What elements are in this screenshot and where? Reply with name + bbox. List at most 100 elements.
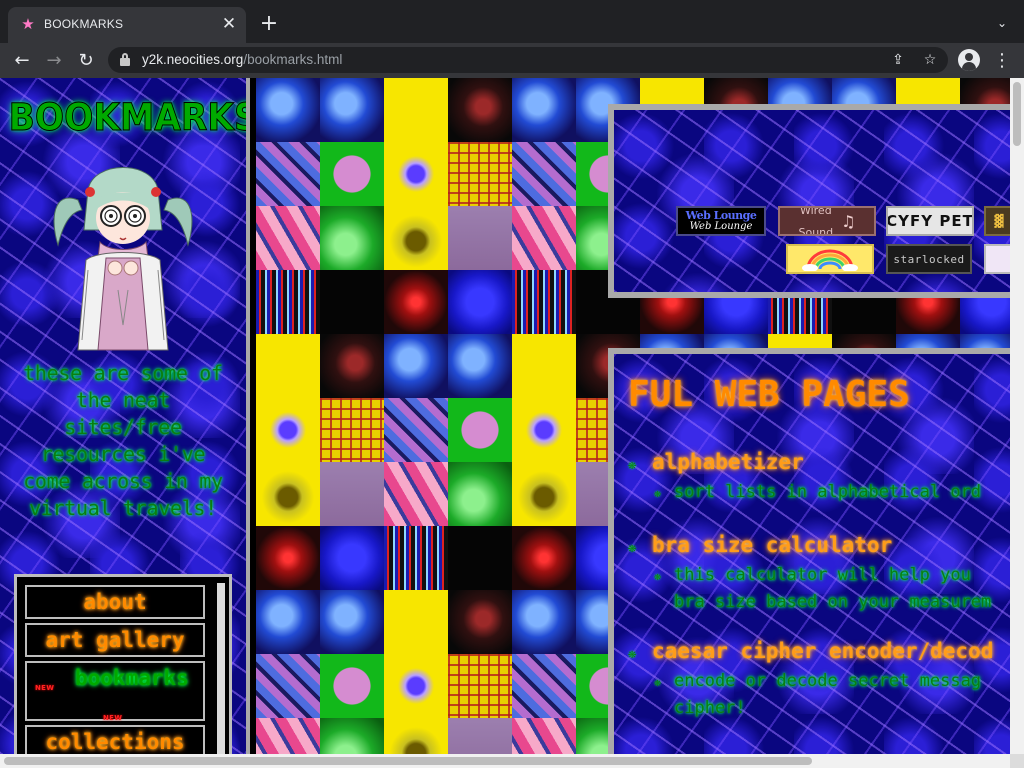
bookmark-title: caesar cipher encoder/decod — [652, 639, 994, 663]
vertical-scroll-thumb[interactable] — [1013, 82, 1021, 146]
active-tab[interactable]: ★ BOOKMARKS ✕ — [8, 7, 246, 43]
page-title: BOOKMARKS — [8, 96, 250, 140]
nav-item-about[interactable]: about — [25, 585, 205, 619]
new-badge: NEW — [35, 684, 55, 692]
close-tab-icon[interactable]: ✕ — [220, 15, 238, 33]
collage-tile — [320, 654, 384, 718]
collage-tile — [448, 462, 512, 526]
nav-item-bookmarks[interactable]: NEW bookmarks NEW — [25, 661, 205, 722]
rainbow-button[interactable] — [786, 244, 874, 274]
nav-item-bookmarks-label: bookmarks — [75, 666, 189, 690]
collage-tile — [384, 334, 448, 398]
nav-item-art-gallery[interactable]: art gallery — [25, 623, 205, 657]
bookmark-desc-text: sort lists in alphabetical ord — [674, 482, 982, 502]
wired-sound-label: Wired Sound — [799, 206, 834, 234]
anime-girl-illustration — [53, 167, 193, 351]
collage-tile — [320, 334, 384, 398]
collage-tile — [512, 590, 576, 654]
share-icon[interactable]: ⇪ — [888, 50, 908, 70]
collage-tile — [448, 206, 512, 270]
bookmark-desc: ❋ this calculator will help you — [628, 562, 1012, 589]
url-host: y2k.neocities.org — [142, 52, 244, 67]
new-badge: NEW — [103, 714, 123, 722]
tab-strip: ★ BOOKMARKS ✕ + ⌄ — [0, 0, 1024, 43]
vertical-scrollbar[interactable] — [1010, 78, 1024, 754]
collage-tile — [512, 398, 576, 462]
starlocked-button[interactable]: starlocked — [886, 244, 972, 274]
bullet-icon: ❋ — [654, 675, 662, 689]
collage-tile — [384, 206, 448, 270]
address-bar[interactable]: y2k.neocities.org/bookmarks.html ⇪ ☆ — [108, 47, 948, 73]
content-panel: FUL WEB PAGES ❋ alphabetizer ❋ sort lists … — [608, 348, 1018, 768]
collage-tile — [320, 270, 384, 334]
horizontal-scroll-thumb[interactable] — [4, 757, 812, 765]
browser-menu-icon[interactable]: ⋮ — [992, 49, 1012, 73]
collage-tile — [256, 718, 320, 754]
collage-tile — [448, 590, 512, 654]
bookmark-title: bra size calculator — [652, 533, 893, 557]
bookmark-entry: ❋ bra size calculator ❋ this calculator wi… — [628, 531, 1012, 615]
web-lounge-button[interactable]: Web Lounge Web Lounge — [676, 206, 766, 236]
collage-tile — [448, 398, 512, 462]
collage-tile — [448, 654, 512, 718]
tab-search-icon[interactable]: ⌄ — [994, 15, 1010, 31]
collage-tile — [384, 590, 448, 654]
collage-tile — [448, 142, 512, 206]
collage-tile — [384, 270, 448, 334]
bullet-icon: ❋ — [654, 569, 662, 583]
bookmark-desc-text: bra size based on your measurem — [674, 592, 992, 612]
bookmark-desc: ❋ sort lists in alphabetical ord — [628, 479, 1012, 506]
reload-icon[interactable]: ↻ — [74, 49, 98, 73]
collage-tile — [384, 142, 448, 206]
wired-sound-button[interactable]: Wired Sound ♫ — [778, 206, 876, 236]
collage-tile — [384, 398, 448, 462]
bullet-icon: ❋ — [628, 646, 637, 662]
collage-tile — [512, 206, 576, 270]
sidebar-description: these are some of the neat sites/free re… — [23, 361, 223, 520]
nav-scrollbar[interactable] — [217, 583, 225, 754]
bullet-icon: ❋ — [628, 457, 637, 473]
forward-icon[interactable]: → — [42, 49, 66, 73]
bookmark-link-bra-size-calculator[interactable]: ❋ bra size calculator — [628, 531, 1012, 562]
back-icon[interactable]: ← — [10, 49, 34, 73]
collage-tile — [448, 270, 512, 334]
section-heading: FUL WEB PAGES — [628, 374, 910, 415]
collage-tile — [320, 462, 384, 526]
star-favicon-icon: ★ — [21, 15, 35, 33]
collage-tile — [512, 334, 576, 398]
collage-tile — [256, 270, 320, 334]
bookmark-link-caesar-cipher[interactable]: ❋ caesar cipher encoder/decod — [628, 637, 1012, 668]
wired-label: Wired — [799, 206, 832, 217]
collage-tile — [256, 142, 320, 206]
collage-tile — [512, 78, 576, 142]
bookmark-link-alphabetizer[interactable]: ❋ alphabetizer — [628, 448, 1012, 479]
new-tab-icon[interactable]: + — [258, 13, 280, 35]
bookmark-star-icon[interactable]: ☆ — [920, 50, 940, 70]
tab-title: BOOKMARKS — [44, 17, 124, 31]
collage-tile — [384, 526, 448, 590]
lock-icon[interactable] — [120, 53, 130, 67]
profile-avatar-icon[interactable] — [958, 49, 980, 71]
music-note-icon: ♫ — [841, 211, 856, 231]
collage-tile — [512, 462, 576, 526]
collage-tile — [256, 398, 320, 462]
collage-tile — [512, 526, 576, 590]
collage-tile — [320, 590, 384, 654]
cyfy-pet-button[interactable]: CYFY PET — [886, 206, 974, 236]
url-text[interactable]: y2k.neocities.org/bookmarks.html — [142, 52, 342, 67]
collage-tile — [256, 206, 320, 270]
site-nav: about art gallery NEW bookmarks NEW coll… — [14, 574, 232, 754]
collage-tile — [448, 334, 512, 398]
horizontal-scrollbar[interactable] — [0, 754, 1010, 768]
collage-tile — [512, 142, 576, 206]
collage-tile — [384, 78, 448, 142]
collage-tile — [256, 462, 320, 526]
collage-tile — [256, 78, 320, 142]
bookmark-desc-text: cipher! — [674, 698, 746, 718]
collage-tile — [320, 398, 384, 462]
collage-tile — [320, 526, 384, 590]
web-lounge-label: Web Lounge — [689, 221, 753, 232]
collage-tile — [256, 590, 320, 654]
collage-tile — [320, 142, 384, 206]
bookmark-desc-text: this calculator will help you — [674, 565, 971, 585]
